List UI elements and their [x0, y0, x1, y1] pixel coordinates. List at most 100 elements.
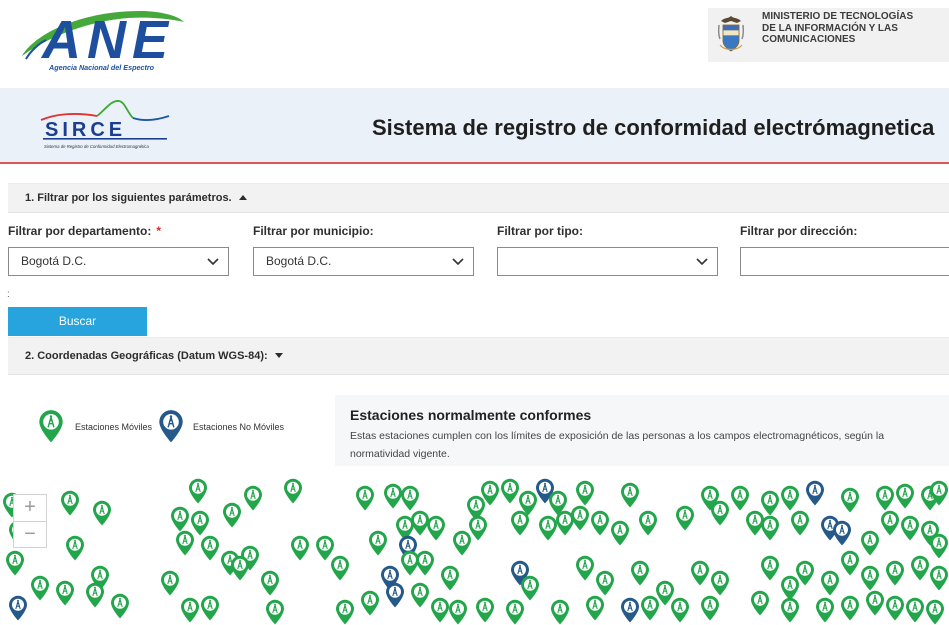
map-marker-movil[interactable] [283, 478, 303, 504]
map-marker-movil[interactable] [92, 500, 112, 526]
map-marker-movil[interactable] [815, 597, 835, 623]
direccion-input[interactable] [740, 247, 949, 276]
map-marker-movil[interactable] [638, 510, 658, 536]
map-marker-movil[interactable] [448, 599, 468, 625]
map-marker-movil[interactable] [440, 565, 460, 591]
coordinates-section-header[interactable]: 2. Coordenadas Geográficas (Datum WGS-84… [8, 337, 949, 375]
map-marker-movil[interactable] [610, 520, 630, 546]
ministry-logo[interactable]: MINISTERIO DE TECNOLOGÍAS DE LA INFORMAC… [708, 8, 949, 62]
map-marker-movil[interactable] [468, 515, 488, 541]
map-marker-movil[interactable] [885, 560, 905, 586]
map-marker-movil[interactable] [30, 575, 50, 601]
map-marker-movil[interactable] [840, 487, 860, 513]
map-marker-movil[interactable] [500, 478, 520, 504]
map-marker-movil[interactable] [200, 535, 220, 561]
map-marker-movil[interactable] [188, 478, 208, 504]
map-marker-movil[interactable] [929, 480, 949, 506]
map-marker-movil[interactable] [575, 480, 595, 506]
map-marker-movil[interactable] [885, 595, 905, 621]
sirce-logo[interactable]: SIRCE Sistema de Registro de Conformidad… [35, 98, 175, 154]
map-marker-movil[interactable] [910, 555, 930, 581]
map-marker-movil[interactable] [55, 580, 75, 606]
map-marker-movil[interactable] [330, 555, 350, 581]
map-marker-movil[interactable] [475, 597, 495, 623]
map-marker-movil[interactable] [675, 505, 695, 531]
map-marker-movil[interactable] [925, 599, 945, 625]
map-marker-movil[interactable] [905, 597, 925, 623]
map-marker-movil[interactable] [570, 505, 590, 531]
map-marker-movil[interactable] [170, 506, 190, 532]
map-marker-movil[interactable] [929, 565, 949, 591]
ane-logo[interactable]: ANE Agencia Nacional del Espectro [16, 4, 186, 74]
map-marker-movil[interactable] [840, 595, 860, 621]
caret-up-icon[interactable] [238, 195, 247, 200]
map-marker-movil[interactable] [795, 560, 815, 586]
map-marker-movil[interactable] [865, 590, 885, 616]
map-marker-movil[interactable] [750, 590, 770, 616]
search-button[interactable]: Buscar [8, 307, 147, 336]
map-marker-movil[interactable] [620, 482, 640, 508]
map-marker-movil[interactable] [243, 485, 263, 511]
map-marker-movil[interactable] [630, 560, 650, 586]
map-marker-movil[interactable] [690, 560, 710, 586]
map-marker-movil[interactable] [585, 595, 605, 621]
map-marker-movil[interactable] [860, 530, 880, 556]
map-marker-no-movil[interactable] [805, 480, 825, 506]
map-marker-movil[interactable] [200, 595, 220, 621]
zoom-out-button[interactable]: − [14, 521, 46, 548]
map-marker-movil[interactable] [710, 570, 730, 596]
map-marker-no-movil[interactable] [832, 520, 852, 546]
map-marker-movil[interactable] [510, 510, 530, 536]
map-marker-movil[interactable] [895, 483, 915, 509]
map-marker-movil[interactable] [840, 550, 860, 576]
map-marker-movil[interactable] [426, 515, 446, 541]
map-marker-movil[interactable] [640, 595, 660, 621]
map-marker-movil[interactable] [880, 510, 900, 536]
map-marker-movil[interactable] [410, 582, 430, 608]
map-marker-movil[interactable] [265, 599, 285, 625]
map-marker-movil[interactable] [400, 550, 420, 576]
map-marker-movil[interactable] [368, 530, 388, 556]
map-marker-movil[interactable] [230, 555, 250, 581]
map-marker-no-movil[interactable] [620, 597, 640, 623]
map-view[interactable]: + − [0, 478, 949, 625]
map-marker-movil[interactable] [710, 500, 730, 526]
map-marker-movil[interactable] [160, 570, 180, 596]
map-marker-movil[interactable] [700, 595, 720, 621]
map-marker-movil[interactable] [355, 485, 375, 511]
caret-down-icon[interactable] [274, 353, 283, 358]
filters-section-header[interactable]: 1. Filtrar por los siguientes parámetros… [8, 183, 949, 213]
departamento-select[interactable]: Bogotá D.C. [8, 247, 229, 276]
map-marker-no-movil[interactable] [385, 582, 405, 608]
map-marker-movil[interactable] [222, 502, 242, 528]
map-marker-movil[interactable] [900, 515, 920, 541]
map-marker-movil[interactable] [730, 485, 750, 511]
map-marker-movil[interactable] [180, 597, 200, 623]
map-marker-movil[interactable] [760, 515, 780, 541]
map-marker-movil[interactable] [60, 490, 80, 516]
municipio-select[interactable]: Bogotá D.C. [253, 247, 474, 276]
map-marker-movil[interactable] [575, 555, 595, 581]
map-marker-movil[interactable] [520, 575, 540, 601]
map-marker-movil[interactable] [335, 599, 355, 625]
map-marker-movil[interactable] [550, 599, 570, 625]
map-marker-movil[interactable] [360, 590, 380, 616]
map-marker-movil[interactable] [260, 570, 280, 596]
map-marker-movil[interactable] [875, 485, 895, 511]
map-marker-movil[interactable] [780, 485, 800, 511]
map-marker-movil[interactable] [929, 533, 949, 559]
map-marker-movil[interactable] [590, 510, 610, 536]
map-marker-movil[interactable] [780, 597, 800, 623]
map-marker-movil[interactable] [85, 582, 105, 608]
map-marker-movil[interactable] [175, 530, 195, 556]
map-marker-movil[interactable] [790, 510, 810, 536]
zoom-in-button[interactable]: + [14, 495, 46, 521]
map-marker-movil[interactable] [400, 485, 420, 511]
map-marker-movil[interactable] [860, 565, 880, 591]
map-marker-movil[interactable] [760, 555, 780, 581]
map-marker-movil[interactable] [5, 550, 25, 576]
map-marker-movil[interactable] [505, 599, 525, 625]
map-marker-movil[interactable] [595, 570, 615, 596]
map-marker-movil[interactable] [430, 597, 450, 623]
map-marker-movil[interactable] [480, 480, 500, 506]
